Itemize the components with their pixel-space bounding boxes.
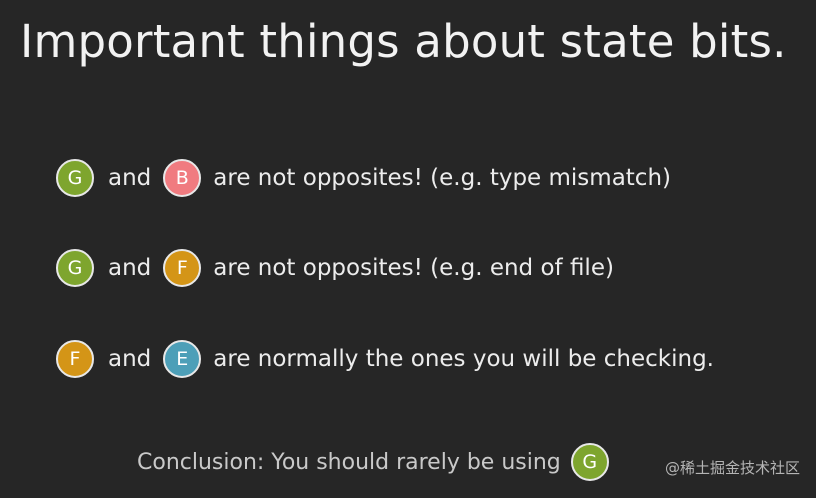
eof-bit-badge: E bbox=[163, 340, 202, 378]
good-bit-badge: G bbox=[56, 249, 94, 287]
connector-text: and bbox=[108, 346, 152, 372]
slide-title: Important things about state bits. bbox=[20, 15, 787, 68]
watermark-text: @稀土掘金技术社区 bbox=[664, 459, 800, 477]
statement-row-3: F and E are normally the ones you will b… bbox=[56, 338, 714, 380]
connector-text: and bbox=[108, 255, 152, 281]
conclusion-text: Conclusion: You should rarely be using bbox=[137, 449, 561, 475]
good-bit-badge: G bbox=[56, 159, 94, 197]
fail-bit-badge: F bbox=[56, 340, 94, 378]
conclusion-line: Conclusion: You should rarely be using G bbox=[137, 440, 609, 484]
statement-text: are not opposites! (e.g. end of file) bbox=[213, 255, 614, 281]
good-bit-badge: G bbox=[570, 443, 609, 481]
bad-bit-badge: B bbox=[163, 159, 202, 197]
statement-row-1: G and B are not opposites! (e.g. type mi… bbox=[56, 157, 671, 199]
fail-bit-badge: F bbox=[163, 249, 202, 287]
statement-row-2: G and F are not opposites! (e.g. end of … bbox=[56, 247, 614, 289]
statement-text: are normally the ones you will be checki… bbox=[213, 346, 714, 372]
connector-text: and bbox=[108, 165, 152, 191]
statement-text: are not opposites! (e.g. type mismatch) bbox=[213, 165, 672, 191]
